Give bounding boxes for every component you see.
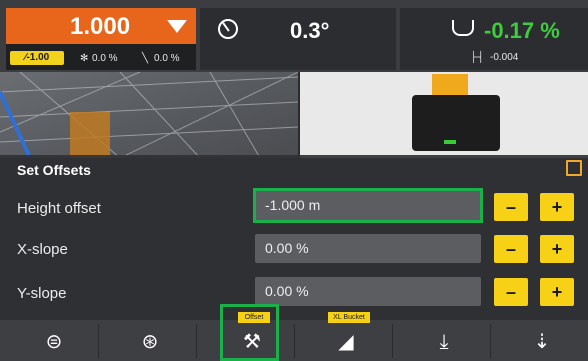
xslope-readout: 0.0 %	[92, 53, 118, 64]
xslope-icon: ✻	[80, 53, 89, 64]
lower-to-grade-icon[interactable]: ⤓	[432, 330, 456, 354]
compass-mode-icon[interactable]: ⊛	[138, 330, 162, 354]
toolbar-divider	[196, 324, 197, 358]
toolbar-divider	[294, 324, 295, 358]
bucket-select-button[interactable]: ◢	[334, 330, 358, 354]
zero-height-icon[interactable]: ⇣	[530, 330, 554, 354]
distance-icon: ├┤	[470, 52, 485, 63]
bucket-slope-value: -0.17 %	[484, 18, 560, 43]
height-value: 1.000	[70, 13, 131, 40]
bucket-profile	[412, 95, 500, 151]
offset-badge: ⁄-1.00	[10, 51, 64, 65]
y-slope-label: Y-slope	[17, 285, 67, 302]
height-offset-plus-button[interactable]: +	[540, 193, 574, 221]
dropdown-icon[interactable]	[167, 20, 187, 33]
y-slope-plus-button[interactable]: +	[540, 278, 574, 306]
toolbar-divider	[98, 324, 99, 358]
toolbar-divider	[490, 324, 491, 358]
keypad-icon[interactable]: ⊜	[42, 330, 66, 354]
x-slope-plus-button[interactable]: +	[540, 235, 574, 263]
terrain-grid	[0, 72, 298, 158]
x-slope-field[interactable]: 0.00 %	[255, 234, 481, 263]
offset-badge-value: -1.00	[26, 52, 50, 63]
xl-bucket-tag: XL Bucket	[328, 312, 370, 323]
x-slope-minus-button[interactable]: –	[494, 235, 528, 263]
bucket-edge-indicator	[444, 140, 456, 144]
height-offset-minus-button[interactable]: –	[494, 193, 528, 221]
distance-value: -0.004	[490, 52, 519, 63]
y-slope-field[interactable]: 0.00 %	[255, 277, 481, 306]
panel-title: Set Offsets	[17, 162, 91, 178]
slope-value: 0.3°	[290, 18, 330, 43]
bucket-icon	[452, 20, 474, 36]
popout-icon[interactable]	[566, 160, 582, 176]
bucket-arm	[432, 74, 468, 96]
height-offset-highlight	[253, 188, 483, 223]
3d-view[interactable]	[0, 72, 298, 158]
yslope-icon: ╲	[142, 53, 149, 64]
y-slope-minus-button[interactable]: –	[494, 278, 528, 306]
x-slope-label: X-slope	[17, 241, 68, 258]
offset-button[interactable]: ⚒	[240, 330, 264, 354]
height-offset-label: Height offset	[17, 200, 101, 217]
offset-tag: Offset	[238, 312, 270, 323]
toolbar-divider	[392, 324, 393, 358]
yslope-readout: 0.0 %	[154, 53, 180, 64]
